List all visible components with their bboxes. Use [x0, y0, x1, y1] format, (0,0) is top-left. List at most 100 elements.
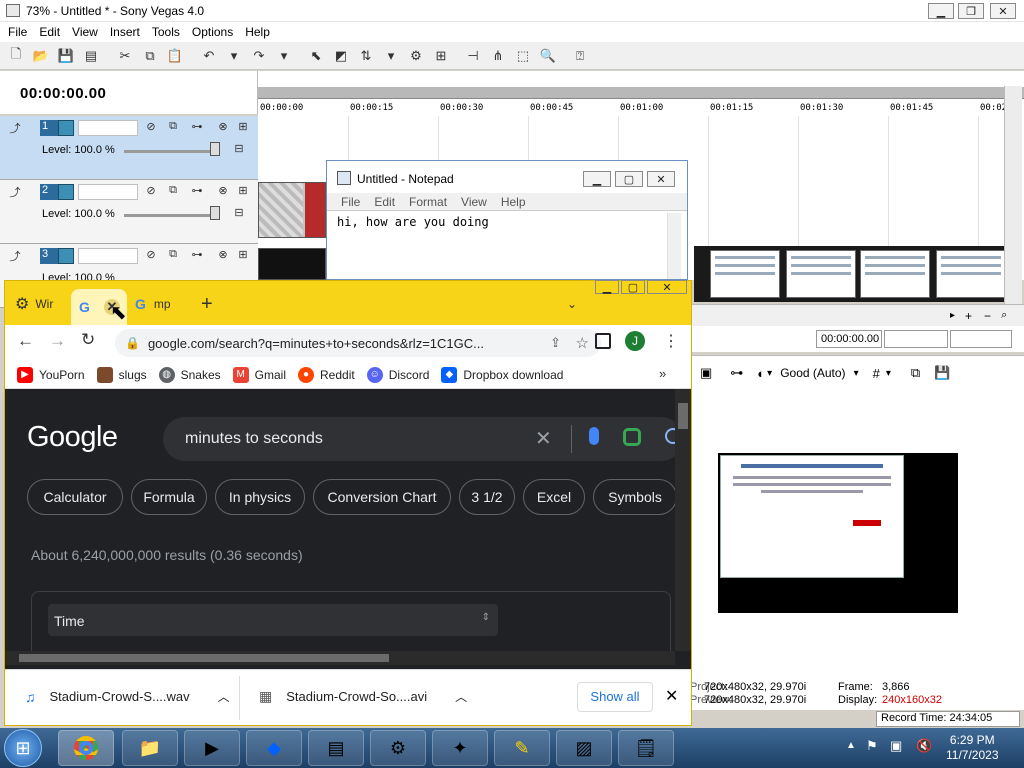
- chrome-tab[interactable]: ⚙ Wir: [15, 291, 69, 317]
- bookmark-dropbox[interactable]: ◆ Dropbox download: [441, 366, 563, 383]
- track-options-icon[interactable]: ⊟: [232, 206, 246, 220]
- zoom-in-icon[interactable]: +: [965, 309, 972, 323]
- clip-thumbnail[interactable]: [786, 250, 856, 298]
- track-motion-icon[interactable]: ⊞: [236, 120, 250, 134]
- volume-muted-icon[interactable]: 🔇: [916, 738, 932, 754]
- save-snapshot-icon[interactable]: 💾: [934, 365, 950, 381]
- bookmark-star-icon[interactable]: ☆: [576, 334, 589, 352]
- action-center-flag-icon[interactable]: ⚑: [866, 738, 878, 754]
- snap-icon[interactable]: ⇅: [357, 47, 375, 65]
- selection-tool-icon[interactable]: ⬚: [514, 47, 532, 65]
- quality-dropdown-icon[interactable]: ▾: [854, 368, 859, 379]
- taskbar-media-player-icon[interactable]: ▶: [184, 730, 240, 766]
- solo-icon[interactable]: ⊗: [216, 184, 230, 198]
- menu-tools[interactable]: Tools: [152, 25, 180, 39]
- taskbar-vegas-icon[interactable]: ✦: [432, 730, 488, 766]
- chrome-minimize-button[interactable]: ▁: [595, 280, 619, 294]
- envelope-tool-icon[interactable]: ◩: [332, 47, 350, 65]
- grid-icon[interactable]: #: [873, 366, 880, 381]
- taskbar-winrar-icon[interactable]: ▤: [308, 730, 364, 766]
- back-arrow-icon[interactable]: ←: [17, 331, 34, 351]
- bookmark-discord[interactable]: ☺ Discord: [366, 366, 429, 383]
- notepad-menu-file[interactable]: File: [341, 195, 360, 209]
- more-bookmarks-icon[interactable]: »: [659, 366, 666, 381]
- clip-thumbnail[interactable]: [710, 250, 780, 298]
- snap-dropdown-icon[interactable]: ▾: [382, 47, 400, 65]
- close-downloads-bar-icon[interactable]: ✕: [665, 686, 678, 706]
- download-item-wav[interactable]: ♫ Stadium-Crowd-S....wav ︿: [25, 688, 230, 705]
- track-header-2[interactable]: ⤴ 2 ⊘ ⧉ ⊶ ⊗ ⊞ Level: 100.0 % ⊟: [0, 180, 258, 244]
- show-all-downloads-button[interactable]: Show all: [577, 682, 653, 712]
- taskbar-clock[interactable]: 6:29 PM 11/7/2023: [946, 733, 999, 763]
- chip-three-and-half[interactable]: 3 1/2: [459, 479, 515, 515]
- profile-avatar[interactable]: J: [625, 331, 645, 351]
- page-vertical-scrollbar[interactable]: [675, 389, 691, 651]
- track-name-field[interactable]: [78, 120, 138, 136]
- copy-snapshot-icon[interactable]: ⧉: [911, 365, 920, 381]
- cut-icon[interactable]: ✂: [116, 47, 134, 65]
- show-hidden-icons-icon[interactable]: ▲: [846, 740, 856, 751]
- unit-type-select[interactable]: Time ⇕: [48, 604, 498, 636]
- notepad-text-area[interactable]: hi, how are you doing: [327, 211, 687, 233]
- selection-length-field[interactable]: [950, 330, 1012, 348]
- track-header-1[interactable]: ⤴ 1 ⊘ ⧉ ⊶ ⊗ ⊞ Level: 100.0 % ⊟: [0, 116, 258, 180]
- google-logo[interactable]: Google: [27, 421, 118, 454]
- microphone-icon[interactable]: [589, 427, 599, 445]
- close-button[interactable]: ✕: [990, 3, 1016, 19]
- marker-icon[interactable]: ⊣: [464, 47, 482, 65]
- grid-dropdown-icon[interactable]: ▾: [886, 368, 891, 379]
- composite-mode-icon[interactable]: ⧉: [166, 184, 180, 198]
- address-bar[interactable]: 🔒 google.com/search?q=minutes+to+seconds…: [115, 329, 601, 357]
- undo-dropdown-icon[interactable]: ▾: [225, 47, 243, 65]
- share-icon[interactable]: ⇪: [550, 335, 561, 351]
- clip-thumbnail[interactable]: [936, 250, 1006, 298]
- video-clip[interactable]: [258, 248, 326, 280]
- bookmark-gmail[interactable]: M Gmail: [232, 366, 286, 383]
- bookmark-youporn[interactable]: ▶ YouPorn: [17, 366, 85, 383]
- cursor-position-field[interactable]: 00:00:00.00: [816, 330, 882, 348]
- taskbar-explorer-icon[interactable]: 📁: [122, 730, 178, 766]
- track-name-field[interactable]: [78, 184, 138, 200]
- bookmark-reddit[interactable]: ● Reddit: [298, 366, 355, 383]
- redo-dropdown-icon[interactable]: ▾: [275, 47, 293, 65]
- reload-icon[interactable]: ↻: [81, 330, 95, 350]
- preview-quality-select[interactable]: Good (Auto): [780, 366, 845, 380]
- scroll-right-icon[interactable]: ▸: [950, 310, 955, 321]
- level-slider-track[interactable]: [124, 214, 214, 217]
- google-lens-icon[interactable]: [623, 428, 641, 446]
- forward-arrow-icon[interactable]: →: [49, 331, 66, 351]
- zoom-tool-icon[interactable]: 🔍: [539, 47, 557, 65]
- chip-conversion-chart[interactable]: Conversion Chart: [313, 479, 451, 515]
- selection-start-field[interactable]: [884, 330, 948, 348]
- normal-edit-tool-icon[interactable]: ⬉: [307, 47, 325, 65]
- menu-insert[interactable]: Insert: [110, 25, 140, 39]
- chrome-close-button[interactable]: ✕: [647, 280, 687, 294]
- side-panel-icon[interactable]: [595, 333, 611, 349]
- overlay-icon[interactable]: ◐: [757, 366, 765, 381]
- taskbar-notepad-icon[interactable]: 🗒: [618, 730, 674, 766]
- taskbar-sticky-icon[interactable]: ✎: [494, 730, 550, 766]
- new-tab-button[interactable]: +: [201, 291, 213, 317]
- overlay-dropdown-icon[interactable]: ▾: [767, 368, 772, 379]
- tab-search-dropdown-icon[interactable]: ⌄: [567, 291, 577, 317]
- solo-icon[interactable]: ⊗: [216, 120, 230, 134]
- start-button-windows-icon[interactable]: ⊞: [4, 729, 42, 767]
- notepad-window[interactable]: Untitled - Notepad ▁ ▢ ✕ File Edit Forma…: [326, 160, 688, 280]
- chrome-maximize-button[interactable]: ▢: [621, 280, 645, 294]
- clip-thumbnail[interactable]: [860, 250, 930, 298]
- download-item-avi[interactable]: ▦ Stadium-Crowd-So....avi ︿: [259, 688, 467, 705]
- track-expand-icon[interactable]: ⤴: [8, 184, 22, 199]
- restore-button[interactable]: ❐: [958, 3, 984, 19]
- level-slider-knob[interactable]: [210, 142, 220, 156]
- auto-ripple-icon[interactable]: ⚙: [407, 47, 425, 65]
- download-options-chevron-icon[interactable]: ︿: [218, 688, 230, 705]
- notepad-menu-format[interactable]: Format: [409, 195, 447, 209]
- taskbar-dropbox-icon[interactable]: ◆: [246, 730, 302, 766]
- composite-mode-icon[interactable]: ⧉: [166, 120, 180, 134]
- track-name-field[interactable]: [78, 248, 138, 264]
- taskbar-app-icon[interactable]: ⚙: [370, 730, 426, 766]
- page-horizontal-scrollbar[interactable]: [5, 651, 675, 665]
- zoom-magnifier-icon[interactable]: ⌕: [1001, 309, 1007, 322]
- taskbar-chrome-icon[interactable]: [58, 730, 114, 766]
- mute-icon[interactable]: ⊘: [144, 248, 158, 262]
